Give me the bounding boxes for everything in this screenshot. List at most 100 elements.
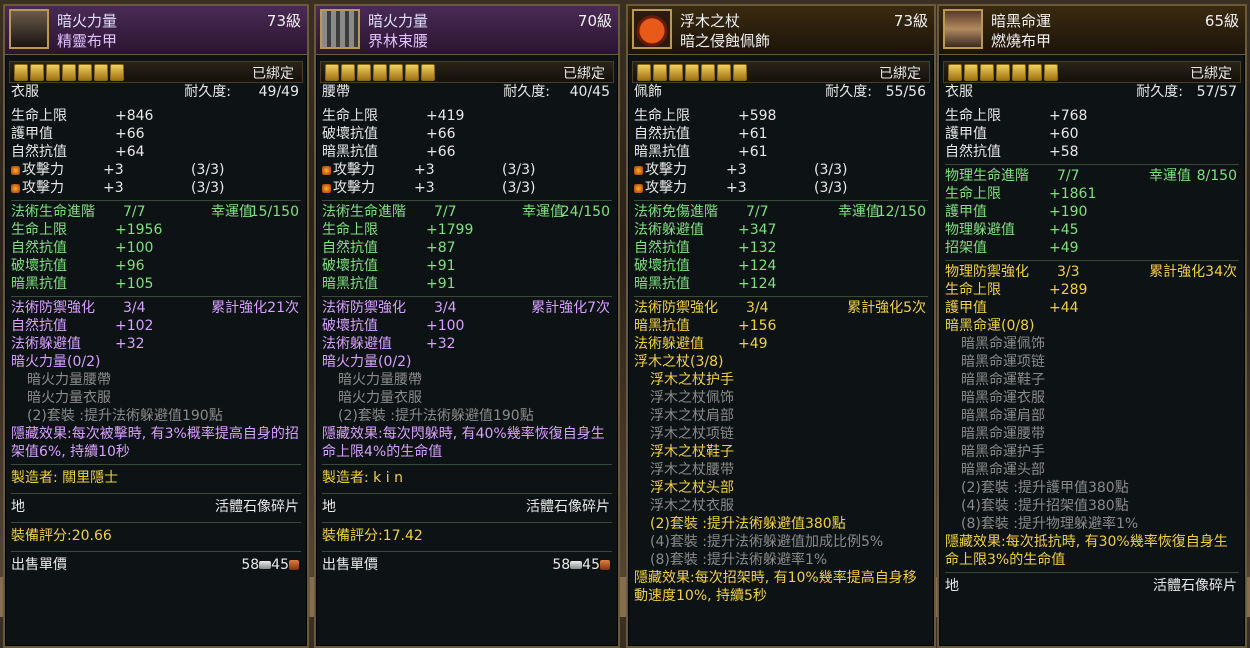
stat-label: 破壞抗值: [322, 126, 378, 142]
stat-value: +124: [738, 276, 777, 292]
stat-value: +846: [115, 108, 154, 124]
slot: 衣服: [945, 84, 973, 100]
enh-title: 法術防禦強化: [634, 300, 718, 316]
gem-label: 攻擊力: [22, 162, 64, 178]
gem-value: +3: [414, 180, 435, 196]
set-item: 暗黑命運项链: [961, 354, 1045, 370]
set-item: 暗火力量衣服: [338, 390, 422, 406]
gem-icon: [634, 165, 643, 175]
set-item: 浮木之杖鞋子: [650, 444, 734, 460]
gem-icon: [11, 165, 20, 175]
stat-value: +124: [738, 258, 777, 274]
stat-value: +32: [115, 336, 145, 352]
amulet-icon: [632, 9, 672, 49]
copper-amount: 45: [271, 557, 289, 573]
star-icons: [14, 64, 124, 81]
stat-label: 招架值: [945, 240, 987, 256]
rank-value: 7/7: [123, 204, 146, 220]
gem-count: (3/3): [191, 162, 225, 178]
set-item: 浮木之杖佩饰: [650, 390, 734, 406]
durability-label: 耐久度:: [184, 84, 231, 100]
stat-label: 暗黑抗值: [634, 276, 690, 292]
item-name: 暗之侵蝕佩飾: [680, 32, 771, 50]
stat-label: 生命上限: [322, 108, 378, 124]
stat-label: 破壞抗值: [634, 258, 690, 274]
set-bonus: (2)套裝 :提升法術躲避值190點: [27, 408, 223, 424]
set-bonus: (2)套裝 :提升護甲值380點: [961, 480, 1129, 496]
sell-label: 出售單價: [11, 557, 67, 573]
stat-label: 自然抗值: [322, 240, 378, 256]
set-item: 浮木之杖头部: [650, 480, 734, 496]
gem-icon: [11, 183, 20, 193]
place-right: 活體石像碎片: [1153, 578, 1237, 594]
rank-title: 法術免傷進階: [634, 204, 718, 220]
durability: 55/56: [885, 84, 926, 100]
gem-count: (3/3): [502, 180, 536, 196]
stat-label: 護甲值: [945, 126, 987, 142]
luck-value: 15/150: [249, 204, 299, 220]
stat-label: 生命上限: [945, 186, 1001, 202]
stat-label: 護甲值: [945, 300, 987, 316]
stat-value: +61: [738, 144, 768, 160]
stat-label: 暗黑抗值: [634, 144, 690, 160]
durability-label: 耐久度:: [825, 84, 872, 100]
stat-value: +1799: [426, 222, 474, 238]
silver-amount: 58: [241, 557, 260, 573]
durability-label: 耐久度:: [1136, 84, 1183, 100]
set-item: 浮木之杖肩部: [650, 408, 734, 424]
stat-value: +44: [1049, 300, 1079, 316]
set-item: 暗火力量腰帶: [338, 372, 422, 388]
gem-icon: [634, 183, 643, 193]
stat-value: +91: [426, 276, 456, 292]
set-bonus: (4)套裝 :提升法術躲避值加成比例5%: [650, 534, 884, 550]
gem-count: (3/3): [814, 180, 848, 196]
set-item: 暗黑命運护手: [961, 444, 1045, 460]
enh-value: 3/3: [1057, 264, 1080, 280]
item-tooltip-2: 暗火力量 70級 界林束腰 已綁定 腰帶 耐久度: 40/45 生命上限 +419 破…: [314, 4, 620, 648]
stat-value: +91: [426, 258, 456, 274]
stat-value: +60: [1049, 126, 1079, 142]
stat-value: +1861: [1049, 186, 1097, 202]
stat-label: 自然抗值: [11, 240, 67, 256]
set-item: 暗黑命運佩饰: [961, 336, 1045, 352]
stat-value: +100: [426, 318, 465, 334]
stat-value: +132: [738, 240, 777, 256]
stat-label: 暗黑抗值: [322, 276, 378, 292]
stat-label: 自然抗值: [634, 240, 690, 256]
set-title: 暗火力量(0/2): [322, 354, 412, 370]
rank-value: 7/7: [434, 204, 457, 220]
set-title: 暗火力量(0/2): [11, 354, 101, 370]
stat-label: 法術躲避值: [11, 336, 81, 352]
set-name: 浮木之杖: [680, 12, 741, 30]
bind-bar: 已綁定: [632, 61, 930, 83]
stat-value: +32: [426, 336, 456, 352]
bound-status: 已綁定: [563, 66, 605, 82]
stat-label: 生命上限: [11, 222, 67, 238]
enh-title: 物理防禦強化: [945, 264, 1029, 280]
copper-amount: 45: [582, 557, 600, 573]
stat-value: +768: [1049, 108, 1088, 124]
gem-value: +3: [103, 162, 124, 178]
luck-label: 幸運值: [1149, 168, 1191, 184]
set-title: 暗黑命運(0/8): [945, 318, 1035, 334]
armor-icon: [9, 9, 49, 49]
stat-label: 法術躲避值: [634, 336, 704, 352]
gem-icon: [322, 183, 331, 193]
stat-value: +96: [115, 258, 145, 274]
copper-icon: [289, 560, 299, 570]
stat-label: 自然抗值: [945, 144, 1001, 160]
luck-value: 24/150: [560, 204, 610, 220]
luck-label: 幸運值: [211, 204, 253, 220]
equip-score: 裝備評分:17.42: [322, 528, 423, 544]
set-bonus: (2)套裝 :提升法術躲避值190點: [338, 408, 534, 424]
star-icons: [637, 64, 747, 81]
hidden-effect: 隱藏效果:每次招架時, 有10%幾率提高自身移動速度10%, 持續5秒: [634, 570, 917, 604]
silver-amount: 58: [552, 557, 571, 573]
stat-label: 生命上限: [634, 108, 690, 124]
stat-label: 法術躲避值: [634, 222, 704, 238]
gem-label: 攻擊力: [645, 162, 687, 178]
gem-value: +3: [103, 180, 124, 196]
place: 地: [322, 499, 336, 515]
star-icons: [948, 64, 1058, 81]
stat-value: +45: [1049, 222, 1079, 238]
